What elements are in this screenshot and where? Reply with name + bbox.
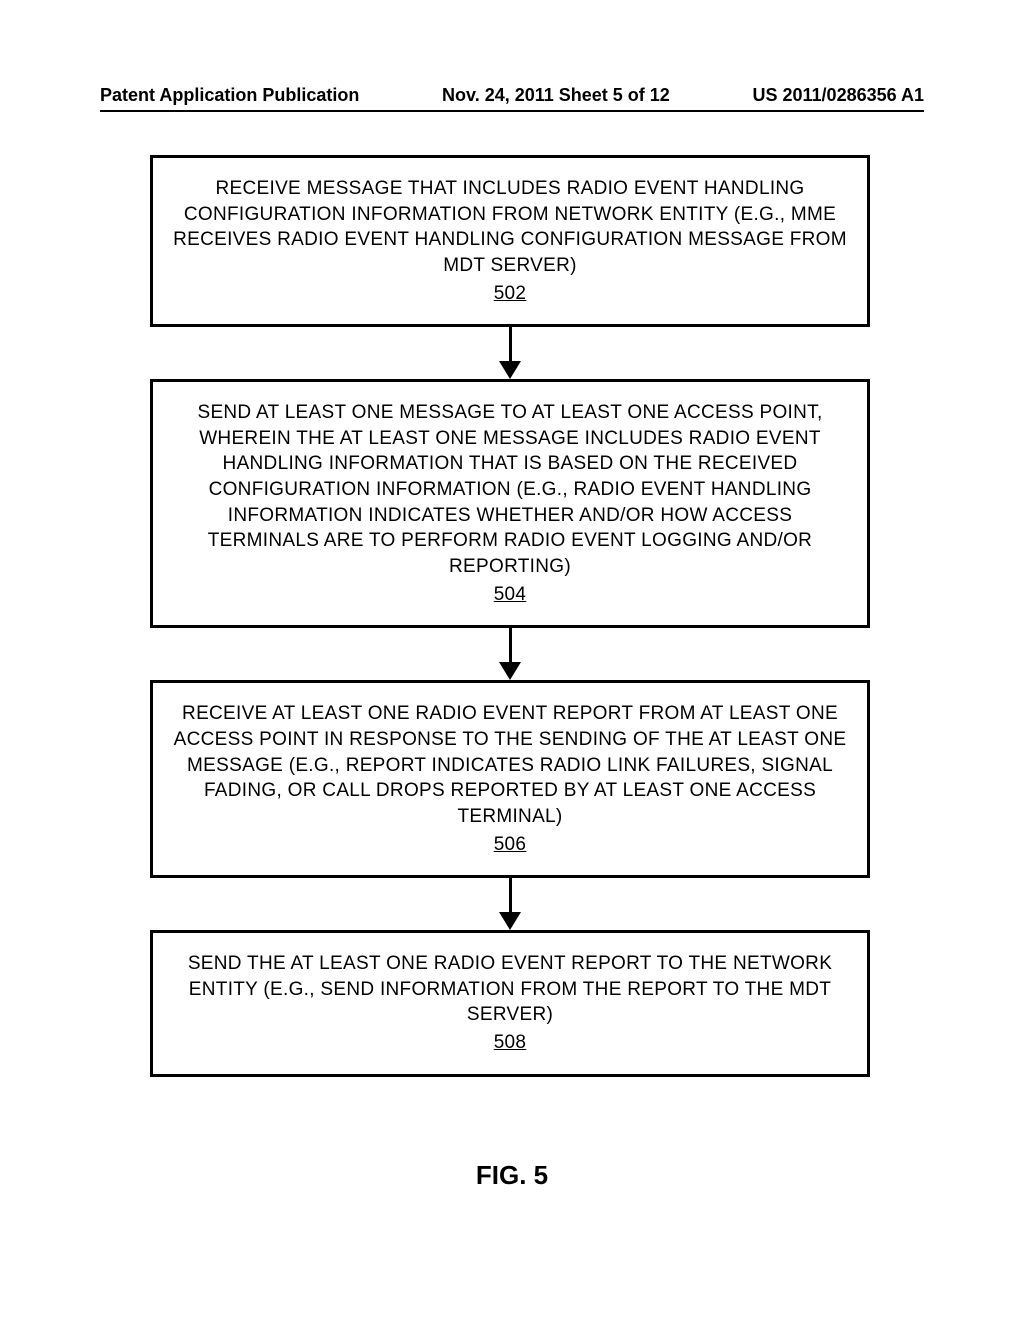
box-text: RECEIVE AT LEAST ONE RADIO EVENT REPORT …	[174, 703, 847, 827]
arrow-head-icon	[499, 912, 521, 930]
flow-box-508: SEND THE AT LEAST ONE RADIO EVENT REPORT…	[150, 930, 870, 1077]
header-right: US 2011/0286356 A1	[753, 85, 924, 106]
header-center: Nov. 24, 2011 Sheet 5 of 12	[442, 85, 670, 106]
box-number: 502	[494, 281, 527, 307]
box-number: 506	[494, 832, 527, 858]
page-header: Patent Application Publication Nov. 24, …	[0, 85, 1024, 112]
flow-box-504: SEND AT LEAST ONE MESSAGE TO AT LEAST ON…	[150, 379, 870, 628]
arrow-icon	[150, 878, 870, 930]
flow-box-502: RECEIVE MESSAGE THAT INCLUDES RADIO EVEN…	[150, 155, 870, 327]
box-text: SEND AT LEAST ONE MESSAGE TO AT LEAST ON…	[197, 402, 822, 577]
arrow-icon	[150, 327, 870, 379]
arrow-line	[509, 327, 512, 363]
flowchart: RECEIVE MESSAGE THAT INCLUDES RADIO EVEN…	[150, 155, 870, 1077]
flow-box-506: RECEIVE AT LEAST ONE RADIO EVENT REPORT …	[150, 680, 870, 878]
box-number: 504	[494, 582, 527, 608]
box-text: RECEIVE MESSAGE THAT INCLUDES RADIO EVEN…	[173, 178, 847, 276]
arrow-head-icon	[499, 361, 521, 379]
box-text: SEND THE AT LEAST ONE RADIO EVENT REPORT…	[188, 953, 832, 1025]
arrow-line	[509, 878, 512, 914]
box-number: 508	[494, 1030, 527, 1056]
figure-label: FIG. 5	[0, 1160, 1024, 1191]
header-left: Patent Application Publication	[100, 85, 359, 106]
arrow-line	[509, 628, 512, 664]
header-row: Patent Application Publication Nov. 24, …	[100, 85, 924, 106]
header-rule	[100, 110, 924, 112]
arrow-head-icon	[499, 662, 521, 680]
arrow-icon	[150, 628, 870, 680]
